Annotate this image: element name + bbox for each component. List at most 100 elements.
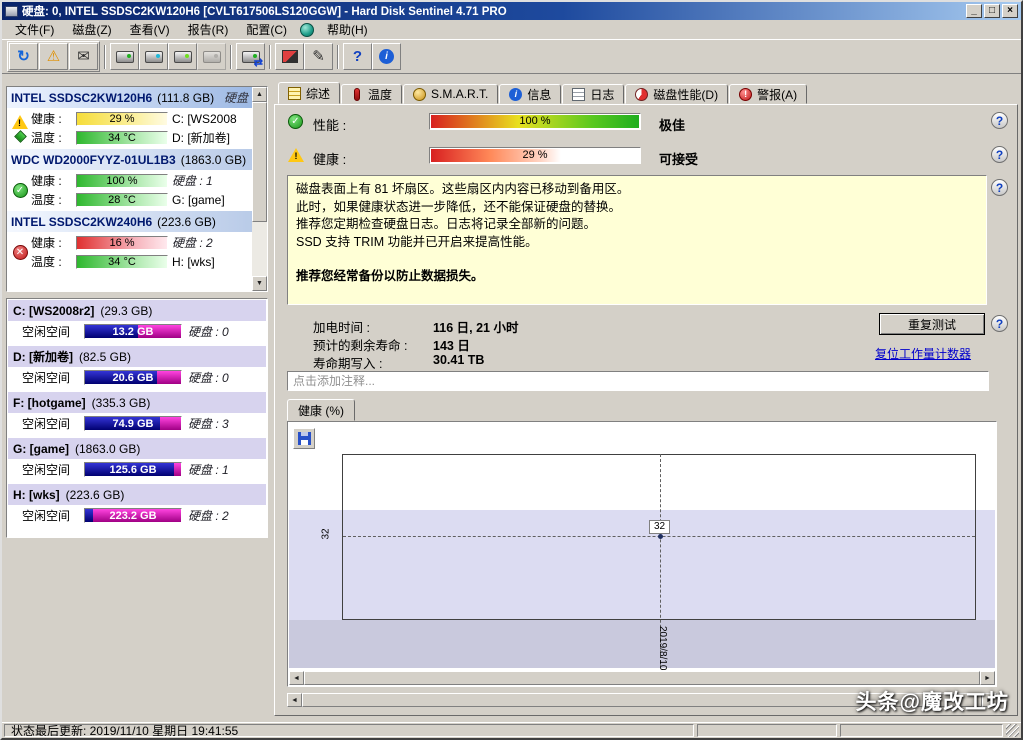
help-icon[interactable]: ?	[991, 315, 1008, 332]
resize-grip[interactable]	[1006, 724, 1019, 737]
free-space-value: 125.6 GB	[85, 463, 181, 476]
info-toolbar-button[interactable]: i	[372, 43, 401, 70]
partition-header[interactable]: G: [game] (1863.0 GB)	[8, 438, 266, 459]
chart-scrollbar[interactable]: ◄ ►	[289, 671, 995, 685]
scroll-left-button[interactable]: ◄	[287, 693, 302, 707]
help-toolbar-button[interactable]: ?	[343, 43, 372, 70]
partition-name: C: [WS2008r2]	[13, 304, 94, 318]
partition-name: F: [hotgame]	[13, 396, 86, 410]
health-extra: 硬盘 : 1	[172, 172, 213, 189]
partition-item-1[interactable]: D: [新加卷] (82.5 GB) 空闲空间 20.6 GB 硬盘 : 0	[8, 346, 266, 388]
scrollbar-track[interactable]	[252, 102, 267, 276]
tab-smart[interactable]: S.M.A.R.T.	[403, 84, 498, 104]
save-chart-button[interactable]	[293, 428, 315, 449]
info-icon: i	[379, 49, 394, 64]
health-extra: C: [WS2008	[172, 112, 237, 126]
partition-item-0[interactable]: C: [WS2008r2] (29.3 GB) 空闲空间 13.2 GB 硬盘 …	[8, 300, 266, 342]
tab-information[interactable]: i 信息	[499, 84, 561, 104]
partition-disk-label: 硬盘 : 0	[188, 369, 229, 386]
disk-list-scrollbar[interactable]: ▲ ▼	[252, 87, 267, 291]
disk-transfer-button[interactable]: ⇄	[236, 43, 265, 70]
scroll-up-button[interactable]: ▲	[252, 87, 267, 102]
comment-input[interactable]	[287, 371, 989, 391]
info-icon: i	[509, 88, 522, 101]
refresh-button[interactable]: ↻	[9, 43, 38, 70]
retest-button[interactable]: 重复测试	[879, 313, 985, 335]
tab-disk-performance[interactable]: 磁盘性能(D)	[625, 84, 728, 104]
disk-item-2[interactable]: INTEL SSDSC2KW240H6 (223.6 GB) ✕ 健康 : 16…	[7, 211, 252, 273]
temp-label: 温度 :	[31, 253, 72, 270]
restore-button[interactable]: □	[984, 4, 1000, 18]
warning-icon: !	[12, 115, 29, 130]
chart-tab-label: 健康 (%)	[298, 402, 344, 419]
disk-header[interactable]: INTEL SSDSC2KW120H6 (111.8 GB) 硬盘	[7, 87, 252, 108]
overview-icon	[288, 87, 301, 100]
partition-item-2[interactable]: F: [hotgame] (335.3 GB) 空闲空间 74.9 GB 硬盘 …	[8, 392, 266, 434]
message-button[interactable]: ✉	[69, 43, 98, 70]
tab-temperature[interactable]: 温度	[341, 84, 402, 104]
free-space-label: 空闲空间	[22, 323, 78, 340]
chart-y-tick: 32	[321, 520, 332, 540]
partition-header[interactable]: F: [hotgame] (335.3 GB)	[8, 392, 266, 413]
tab-bar: 综述 温度 S.M.A.R.T. i 信息 日志 磁盘性能(D) ! 警报(A)	[278, 82, 807, 104]
scrollbar-thumb[interactable]	[252, 102, 267, 222]
disk-detect-button[interactable]	[139, 43, 168, 70]
window-title: 硬盘: 0, INTEL SSDSC2KW120H6 [CVLT617506LS…	[22, 3, 962, 19]
surface-map-button[interactable]	[275, 43, 304, 70]
close-button[interactable]: ×	[1002, 4, 1018, 18]
temp-value: 34 °C	[77, 256, 167, 268]
free-space-value: 74.9 GB	[85, 417, 181, 430]
partition-item-4[interactable]: H: [wks] (223.6 GB) 空闲空间 223.2 GB 硬盘 : 2	[8, 484, 266, 526]
help-icon[interactable]: ?	[991, 146, 1008, 163]
alert-status-button[interactable]: ⚠	[39, 43, 68, 70]
free-space-label: 空闲空间	[22, 507, 78, 524]
free-space-bar: 125.6 GB	[84, 462, 182, 477]
partition-list-panel: C: [WS2008r2] (29.3 GB) 空闲空间 13.2 GB 硬盘 …	[6, 298, 268, 538]
partition-header[interactable]: C: [WS2008r2] (29.3 GB)	[8, 300, 266, 321]
menu-report[interactable]: 报告(R)	[179, 19, 238, 40]
health-extra: 硬盘 : 2	[172, 234, 213, 251]
scroll-left-button[interactable]: ◄	[289, 671, 304, 685]
help-icon[interactable]: ?	[991, 179, 1008, 196]
disk-item-1[interactable]: WDC WD2000FYYZ-01UL1B3 (1863.0 GB) ✓ 健康 …	[7, 149, 252, 211]
partition-header[interactable]: D: [新加卷] (82.5 GB)	[8, 346, 266, 367]
reset-workload-link[interactable]: 复位工作量计数器	[875, 345, 971, 362]
tab-label: S.M.A.R.T.	[431, 87, 488, 101]
temp-ok-icon	[14, 130, 27, 143]
disk-item-0[interactable]: INTEL SSDSC2KW120H6 (111.8 GB) 硬盘 ! 健康 :	[7, 87, 252, 149]
edit-button[interactable]: ✎	[304, 43, 333, 70]
mail-icon: ✉	[77, 49, 90, 64]
menu-view[interactable]: 查看(V)	[121, 19, 179, 40]
scrollbar-thumb[interactable]	[304, 671, 980, 685]
help-icon[interactable]: ?	[991, 112, 1008, 129]
disk-status-button[interactable]	[110, 43, 139, 70]
scroll-down-button[interactable]: ▼	[252, 276, 267, 291]
disk-header[interactable]: INTEL SSDSC2KW240H6 (223.6 GB)	[7, 211, 252, 232]
health-chart: 32 32 2019/8/10 ◄ ►	[287, 421, 997, 687]
partition-header[interactable]: H: [wks] (223.6 GB)	[8, 484, 266, 505]
partition-item-3[interactable]: G: [game] (1863.0 GB) 空闲空间 125.6 GB 硬盘 :…	[8, 438, 266, 480]
partition-size: (82.5 GB)	[79, 350, 131, 364]
partition-size: (335.3 GB)	[92, 396, 151, 410]
scroll-right-button[interactable]: ►	[980, 671, 995, 685]
free-space-bar: 74.9 GB	[84, 416, 182, 431]
disk-remove-button[interactable]	[197, 43, 226, 70]
free-space-value: 20.6 GB	[85, 371, 181, 384]
tab-alerts[interactable]: ! 警报(A)	[729, 84, 807, 104]
warning-icon: ⚠	[47, 49, 60, 64]
menu-help[interactable]: 帮助(H)	[318, 19, 377, 40]
partition-name: H: [wks]	[13, 488, 60, 502]
tab-overview[interactable]: 综述	[278, 82, 340, 104]
chart-tab-health[interactable]: 健康 (%)	[287, 399, 355, 421]
tab-log[interactable]: 日志	[562, 84, 624, 104]
disk-detect-icon	[145, 51, 163, 63]
disk-surface-button[interactable]	[168, 43, 197, 70]
disk-header[interactable]: WDC WD2000FYYZ-01UL1B3 (1863.0 GB)	[7, 149, 252, 170]
toolbar-separator	[230, 45, 232, 69]
menu-file[interactable]: 文件(F)	[6, 19, 63, 40]
health-bar: 29 %	[429, 147, 641, 164]
minimize-button[interactable]: _	[966, 4, 982, 18]
health-label: 健康 :	[31, 110, 72, 127]
menu-disk[interactable]: 磁盘(Z)	[63, 19, 120, 40]
menu-config[interactable]: 配置(C)	[237, 19, 296, 40]
